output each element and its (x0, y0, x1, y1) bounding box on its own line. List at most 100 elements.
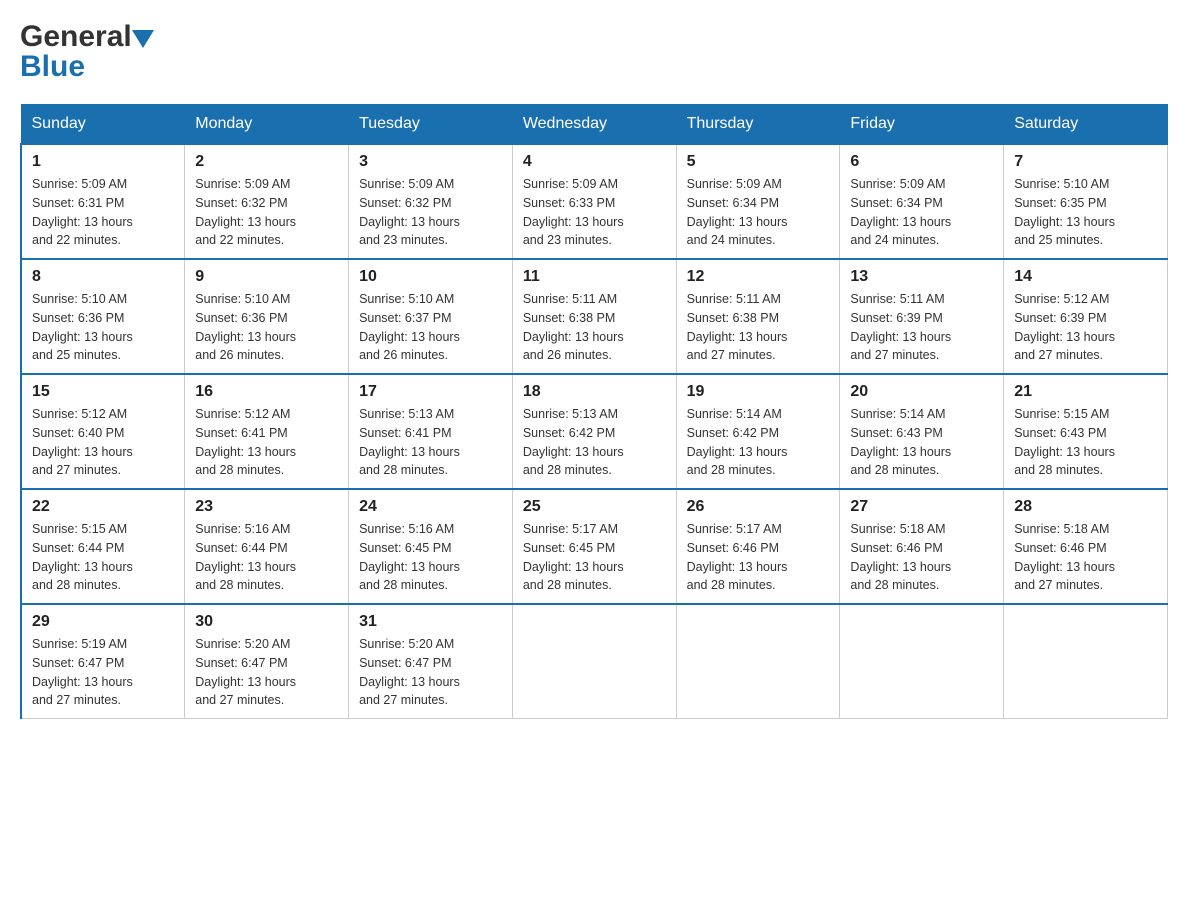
calendar-cell: 11 Sunrise: 5:11 AM Sunset: 6:38 PM Dayl… (512, 259, 676, 374)
day-info: Sunrise: 5:09 AM Sunset: 6:34 PM Dayligh… (687, 175, 830, 250)
calendar-cell: 1 Sunrise: 5:09 AM Sunset: 6:31 PM Dayli… (21, 144, 185, 259)
day-info: Sunrise: 5:09 AM Sunset: 6:32 PM Dayligh… (359, 175, 502, 250)
calendar-cell: 12 Sunrise: 5:11 AM Sunset: 6:38 PM Dayl… (676, 259, 840, 374)
day-number: 18 (523, 383, 666, 401)
calendar-cell (512, 604, 676, 719)
day-number: 9 (195, 268, 338, 286)
day-number: 19 (687, 383, 830, 401)
calendar-cell: 2 Sunrise: 5:09 AM Sunset: 6:32 PM Dayli… (185, 144, 349, 259)
day-number: 11 (523, 268, 666, 286)
day-info: Sunrise: 5:19 AM Sunset: 6:47 PM Dayligh… (32, 635, 174, 710)
day-number: 7 (1014, 153, 1157, 171)
calendar-week-2: 8 Sunrise: 5:10 AM Sunset: 6:36 PM Dayli… (21, 259, 1168, 374)
day-info: Sunrise: 5:13 AM Sunset: 6:41 PM Dayligh… (359, 405, 502, 480)
calendar-cell: 3 Sunrise: 5:09 AM Sunset: 6:32 PM Dayli… (349, 144, 513, 259)
day-info: Sunrise: 5:18 AM Sunset: 6:46 PM Dayligh… (850, 520, 993, 595)
logo-arrow-icon (132, 30, 154, 52)
day-number: 30 (195, 613, 338, 631)
day-info: Sunrise: 5:12 AM Sunset: 6:39 PM Dayligh… (1014, 290, 1157, 365)
day-header-sunday: Sunday (21, 105, 185, 145)
day-info: Sunrise: 5:12 AM Sunset: 6:40 PM Dayligh… (32, 405, 174, 480)
day-info: Sunrise: 5:18 AM Sunset: 6:46 PM Dayligh… (1014, 520, 1157, 595)
calendar-cell: 6 Sunrise: 5:09 AM Sunset: 6:34 PM Dayli… (840, 144, 1004, 259)
calendar-cell: 28 Sunrise: 5:18 AM Sunset: 6:46 PM Dayl… (1004, 489, 1168, 604)
calendar-cell: 8 Sunrise: 5:10 AM Sunset: 6:36 PM Dayli… (21, 259, 185, 374)
day-number: 13 (850, 268, 993, 286)
day-info: Sunrise: 5:09 AM Sunset: 6:32 PM Dayligh… (195, 175, 338, 250)
day-info: Sunrise: 5:20 AM Sunset: 6:47 PM Dayligh… (195, 635, 338, 710)
day-info: Sunrise: 5:20 AM Sunset: 6:47 PM Dayligh… (359, 635, 502, 710)
calendar-table: SundayMondayTuesdayWednesdayThursdayFrid… (20, 104, 1168, 719)
day-info: Sunrise: 5:11 AM Sunset: 6:38 PM Dayligh… (523, 290, 666, 365)
logo-general-text: General (20, 20, 132, 54)
day-number: 23 (195, 498, 338, 516)
calendar-cell: 24 Sunrise: 5:16 AM Sunset: 6:45 PM Dayl… (349, 489, 513, 604)
calendar-cell: 10 Sunrise: 5:10 AM Sunset: 6:37 PM Dayl… (349, 259, 513, 374)
page-header: General Blue (20, 20, 1168, 84)
day-info: Sunrise: 5:12 AM Sunset: 6:41 PM Dayligh… (195, 405, 338, 480)
day-number: 8 (32, 268, 174, 286)
day-info: Sunrise: 5:15 AM Sunset: 6:44 PM Dayligh… (32, 520, 174, 595)
calendar-cell: 18 Sunrise: 5:13 AM Sunset: 6:42 PM Dayl… (512, 374, 676, 489)
calendar-header: SundayMondayTuesdayWednesdayThursdayFrid… (21, 105, 1168, 145)
calendar-cell: 21 Sunrise: 5:15 AM Sunset: 6:43 PM Dayl… (1004, 374, 1168, 489)
calendar-cell: 30 Sunrise: 5:20 AM Sunset: 6:47 PM Dayl… (185, 604, 349, 719)
day-info: Sunrise: 5:10 AM Sunset: 6:37 PM Dayligh… (359, 290, 502, 365)
calendar-cell: 9 Sunrise: 5:10 AM Sunset: 6:36 PM Dayli… (185, 259, 349, 374)
calendar-cell: 4 Sunrise: 5:09 AM Sunset: 6:33 PM Dayli… (512, 144, 676, 259)
calendar-cell: 5 Sunrise: 5:09 AM Sunset: 6:34 PM Dayli… (676, 144, 840, 259)
calendar-cell (840, 604, 1004, 719)
calendar-cell: 31 Sunrise: 5:20 AM Sunset: 6:47 PM Dayl… (349, 604, 513, 719)
calendar-cell: 27 Sunrise: 5:18 AM Sunset: 6:46 PM Dayl… (840, 489, 1004, 604)
logo: General Blue (20, 20, 154, 84)
day-info: Sunrise: 5:17 AM Sunset: 6:46 PM Dayligh… (687, 520, 830, 595)
calendar-cell (1004, 604, 1168, 719)
day-info: Sunrise: 5:09 AM Sunset: 6:34 PM Dayligh… (850, 175, 993, 250)
day-header-friday: Friday (840, 105, 1004, 145)
day-info: Sunrise: 5:15 AM Sunset: 6:43 PM Dayligh… (1014, 405, 1157, 480)
calendar-cell: 23 Sunrise: 5:16 AM Sunset: 6:44 PM Dayl… (185, 489, 349, 604)
day-number: 12 (687, 268, 830, 286)
day-info: Sunrise: 5:16 AM Sunset: 6:45 PM Dayligh… (359, 520, 502, 595)
day-info: Sunrise: 5:10 AM Sunset: 6:36 PM Dayligh… (32, 290, 174, 365)
day-number: 20 (850, 383, 993, 401)
calendar-cell: 22 Sunrise: 5:15 AM Sunset: 6:44 PM Dayl… (21, 489, 185, 604)
calendar-cell: 13 Sunrise: 5:11 AM Sunset: 6:39 PM Dayl… (840, 259, 1004, 374)
day-number: 5 (687, 153, 830, 171)
day-info: Sunrise: 5:14 AM Sunset: 6:43 PM Dayligh… (850, 405, 993, 480)
day-info: Sunrise: 5:14 AM Sunset: 6:42 PM Dayligh… (687, 405, 830, 480)
calendar-cell: 15 Sunrise: 5:12 AM Sunset: 6:40 PM Dayl… (21, 374, 185, 489)
day-header-tuesday: Tuesday (349, 105, 513, 145)
calendar-cell: 26 Sunrise: 5:17 AM Sunset: 6:46 PM Dayl… (676, 489, 840, 604)
day-info: Sunrise: 5:10 AM Sunset: 6:36 PM Dayligh… (195, 290, 338, 365)
day-number: 17 (359, 383, 502, 401)
day-header-wednesday: Wednesday (512, 105, 676, 145)
day-number: 22 (32, 498, 174, 516)
calendar-cell: 16 Sunrise: 5:12 AM Sunset: 6:41 PM Dayl… (185, 374, 349, 489)
day-number: 26 (687, 498, 830, 516)
calendar-cell: 7 Sunrise: 5:10 AM Sunset: 6:35 PM Dayli… (1004, 144, 1168, 259)
day-info: Sunrise: 5:11 AM Sunset: 6:39 PM Dayligh… (850, 290, 993, 365)
day-info: Sunrise: 5:11 AM Sunset: 6:38 PM Dayligh… (687, 290, 830, 365)
day-number: 2 (195, 153, 338, 171)
day-number: 29 (32, 613, 174, 631)
day-info: Sunrise: 5:13 AM Sunset: 6:42 PM Dayligh… (523, 405, 666, 480)
day-number: 27 (850, 498, 993, 516)
calendar-cell: 25 Sunrise: 5:17 AM Sunset: 6:45 PM Dayl… (512, 489, 676, 604)
day-number: 25 (523, 498, 666, 516)
calendar-week-3: 15 Sunrise: 5:12 AM Sunset: 6:40 PM Dayl… (21, 374, 1168, 489)
calendar-cell: 29 Sunrise: 5:19 AM Sunset: 6:47 PM Dayl… (21, 604, 185, 719)
day-header-monday: Monday (185, 105, 349, 145)
calendar-body: 1 Sunrise: 5:09 AM Sunset: 6:31 PM Dayli… (21, 144, 1168, 719)
calendar-cell: 19 Sunrise: 5:14 AM Sunset: 6:42 PM Dayl… (676, 374, 840, 489)
calendar-week-1: 1 Sunrise: 5:09 AM Sunset: 6:31 PM Dayli… (21, 144, 1168, 259)
day-header-thursday: Thursday (676, 105, 840, 145)
calendar-week-4: 22 Sunrise: 5:15 AM Sunset: 6:44 PM Dayl… (21, 489, 1168, 604)
day-info: Sunrise: 5:09 AM Sunset: 6:33 PM Dayligh… (523, 175, 666, 250)
day-number: 1 (32, 153, 174, 171)
day-number: 15 (32, 383, 174, 401)
calendar-cell: 20 Sunrise: 5:14 AM Sunset: 6:43 PM Dayl… (840, 374, 1004, 489)
day-number: 4 (523, 153, 666, 171)
day-number: 16 (195, 383, 338, 401)
logo-blue-text: Blue (20, 50, 85, 83)
